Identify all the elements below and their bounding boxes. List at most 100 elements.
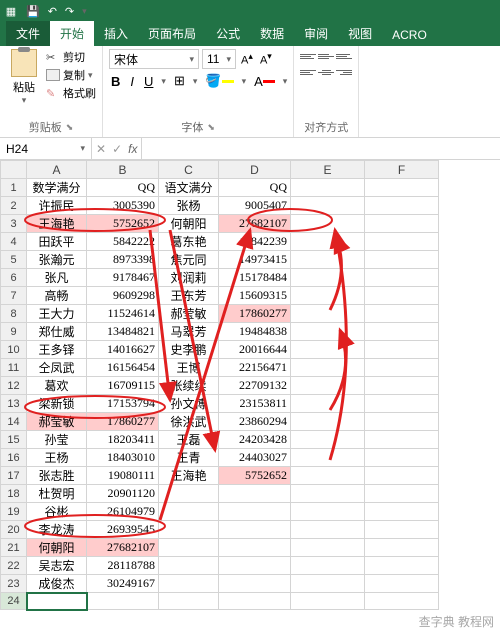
cell[interactable] [365,413,439,431]
cell[interactable]: 许振民 [27,197,87,215]
tab-insert[interactable]: 插入 [94,21,138,46]
row-header[interactable]: 4 [1,233,27,251]
format-painter-button[interactable]: ✎格式刷 [46,85,96,101]
cell[interactable]: 史李鹏 [159,341,219,359]
undo-button[interactable]: ↶ [48,5,57,18]
tab-review[interactable]: 审阅 [294,21,338,46]
cell[interactable]: 20901120 [87,485,159,503]
row-header[interactable]: 10 [1,341,27,359]
row-header[interactable]: 21 [1,539,27,557]
row-header[interactable]: 12 [1,377,27,395]
cell[interactable]: 梁新锁 [27,395,87,413]
formula-input[interactable] [142,138,500,159]
row-header[interactable]: 11 [1,359,27,377]
cell[interactable]: QQ [87,179,159,197]
cell[interactable] [291,521,365,539]
row-header[interactable]: 15 [1,431,27,449]
row-header[interactable]: 9 [1,323,27,341]
cell[interactable]: 王大力 [27,305,87,323]
cell[interactable] [291,251,365,269]
cell[interactable] [365,503,439,521]
cell[interactable]: 何朝阳 [27,539,87,557]
align-middle-button[interactable] [318,49,334,63]
cell[interactable] [365,269,439,287]
cell[interactable]: 葛东艳 [159,233,219,251]
cell[interactable]: 3005390 [87,197,159,215]
cell[interactable] [291,305,365,323]
row-header[interactable]: 2 [1,197,27,215]
cell[interactable] [291,395,365,413]
cell[interactable] [291,431,365,449]
cell[interactable] [27,593,87,610]
cell[interactable] [291,575,365,593]
cell[interactable]: 张续续 [159,377,219,395]
cell[interactable]: 李龙涛 [27,521,87,539]
cell[interactable] [365,215,439,233]
cell[interactable]: 27682107 [219,215,291,233]
cell[interactable] [365,557,439,575]
cell[interactable] [365,179,439,197]
copy-button[interactable]: 复制▾ [46,67,96,83]
cell[interactable]: 20016644 [219,341,291,359]
cell[interactable]: 15178484 [219,269,291,287]
cell[interactable] [365,593,439,610]
cell[interactable]: 17860277 [87,413,159,431]
cell[interactable] [291,449,365,467]
tab-home[interactable]: 开始 [50,21,94,46]
row-header[interactable]: 1 [1,179,27,197]
row-header[interactable]: 19 [1,503,27,521]
cell[interactable]: 22156471 [219,359,291,377]
cell[interactable]: 17153794 [87,395,159,413]
row-header[interactable]: 14 [1,413,27,431]
cell[interactable] [87,593,159,610]
cell[interactable]: 葛欢 [27,377,87,395]
increase-font-button[interactable]: A▴ [239,51,255,67]
tab-file[interactable]: 文件 [6,21,50,46]
paste-button[interactable]: 粘贴 ▾ [6,49,42,106]
cell[interactable]: 郝莹敏 [159,305,219,323]
row-header[interactable]: 8 [1,305,27,323]
cell[interactable] [219,557,291,575]
cell[interactable] [365,305,439,323]
cell[interactable]: 26104979 [87,503,159,521]
cell[interactable] [365,395,439,413]
tab-acrobat[interactable]: ACRO [382,24,437,46]
cell[interactable]: 吴志宏 [27,557,87,575]
cell[interactable] [219,575,291,593]
name-box[interactable]: H24▾ [0,138,92,159]
row-header[interactable]: 24 [1,593,27,610]
cell[interactable] [365,233,439,251]
col-header-B[interactable]: B [87,161,159,179]
col-header-A[interactable]: A [27,161,87,179]
cell[interactable]: 26939545 [87,521,159,539]
align-right-button[interactable] [336,65,352,79]
cell[interactable] [291,341,365,359]
cell[interactable]: 王杨 [27,449,87,467]
fill-color-button[interactable]: 🪣 [203,73,235,89]
cell[interactable]: 张杨 [159,197,219,215]
cell[interactable]: 8973398 [87,251,159,269]
row-header[interactable]: 3 [1,215,27,233]
cell[interactable] [159,521,219,539]
cell[interactable] [291,467,365,485]
cell[interactable] [159,593,219,610]
dialog-launcher-icon[interactable]: ⬊ [66,122,74,133]
cell[interactable] [291,233,365,251]
cell[interactable]: 28118788 [87,557,159,575]
cell[interactable]: 语文满分 [159,179,219,197]
cell[interactable]: 孙文博 [159,395,219,413]
cell[interactable]: 22709132 [219,377,291,395]
cell[interactable] [291,377,365,395]
cell[interactable] [291,413,365,431]
cell[interactable]: 23860294 [219,413,291,431]
cell[interactable] [365,197,439,215]
cell[interactable] [219,539,291,557]
cell[interactable]: 张凡 [27,269,87,287]
cell[interactable]: 马翠芳 [159,323,219,341]
cell[interactable]: 5752652 [87,215,159,233]
cell[interactable] [159,503,219,521]
cell[interactable]: 5842222 [87,233,159,251]
cell[interactable] [291,269,365,287]
cell[interactable] [365,251,439,269]
cell[interactable]: 王海艳 [27,215,87,233]
